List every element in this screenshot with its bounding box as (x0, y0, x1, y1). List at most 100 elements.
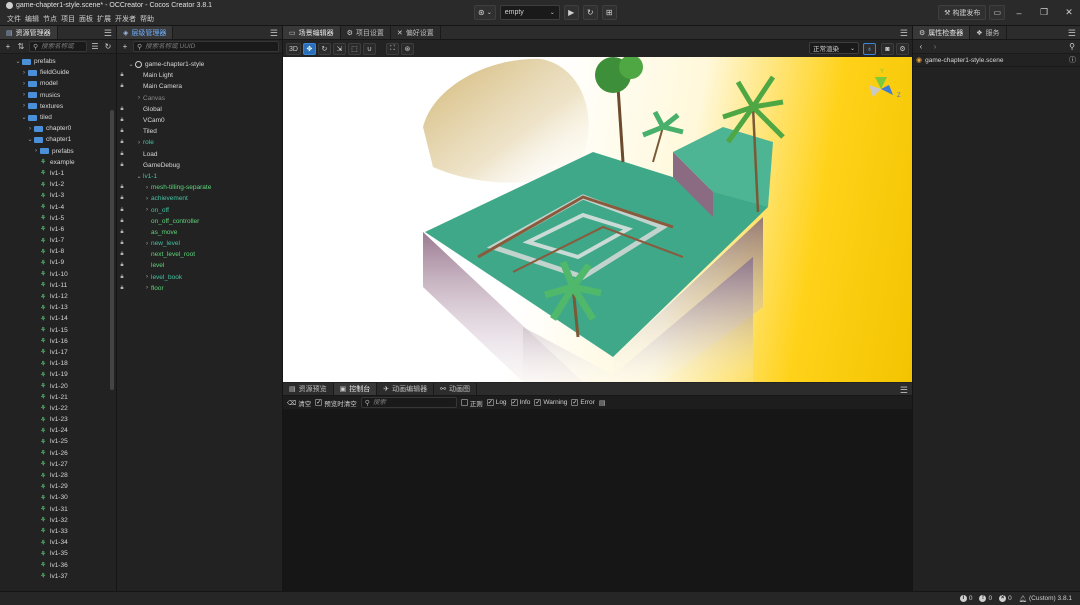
menu-developer[interactable]: 开发者 (114, 14, 139, 24)
asset-prefab-row[interactable]: ⚘ lv1-24 (0, 425, 116, 436)
open-folder-button[interactable]: ▭ (989, 5, 1005, 20)
node-row[interactable]: 🔒︎ › on_off (117, 204, 282, 215)
asset-prefab-row[interactable]: ⚘ lv1-30 (0, 492, 116, 503)
asset-prefab-row[interactable]: ⚘ lv1-14 (0, 313, 116, 324)
lock-icon[interactable]: 🔒︎ (117, 184, 127, 191)
tab-inspector[interactable]: ⚙ 属性检查器 (913, 26, 971, 39)
lock-icon[interactable]: 🔒︎ (117, 218, 127, 225)
regex-checkbox[interactable]: 正则 (460, 398, 483, 408)
chevron-right-icon[interactable]: › (20, 81, 28, 87)
help-icon[interactable]: ⓘ (1069, 55, 1076, 65)
node-row[interactable]: 🔒︎ GameDebug (117, 160, 282, 171)
lock-icon[interactable]: 🔒︎ (117, 117, 127, 124)
scene-viewport[interactable]: Y Z (283, 57, 912, 382)
chevron-right-icon[interactable]: › (143, 185, 151, 191)
asset-prefab-row[interactable]: ⚘ lv1-35 (0, 548, 116, 559)
chevron-right-icon[interactable]: › (20, 103, 28, 109)
asset-prefab-row[interactable]: ⚘ example (0, 157, 116, 168)
status-version[interactable]: 🔔︎ (Custom) 3.8.1 (1019, 595, 1072, 603)
asset-prefab-row[interactable]: ⚘ lv1-3 (0, 190, 116, 201)
lock-icon[interactable]: 🔒︎ (117, 128, 127, 135)
node-row[interactable]: 🔒︎ › level_book (117, 272, 282, 283)
close-button[interactable]: ✕ (1058, 5, 1080, 20)
menu-panel[interactable]: 面板 (78, 14, 96, 24)
asset-prefab-row[interactable]: ⚘ lv1-36 (0, 559, 116, 570)
chevron-right-icon[interactable]: › (143, 207, 151, 213)
asset-prefab-row[interactable]: ⚘ lv1-9 (0, 257, 116, 268)
asset-prefab-row[interactable]: ⚘ lv1-28 (0, 470, 116, 481)
chevron-right-icon[interactable]: › (135, 95, 143, 101)
tab-asset-preview[interactable]: ▤ 资源预览 (283, 383, 334, 395)
asset-prefab-row[interactable]: ⚘ lv1-19 (0, 369, 116, 380)
asset-prefab-row[interactable]: ⚘ lv1-1 (0, 168, 116, 179)
asset-prefab-row[interactable]: ⚘ lv1-33 (0, 526, 116, 537)
node-row[interactable]: 🔒︎ › floor (117, 283, 282, 294)
console-options-icon[interactable]: ▤ (599, 399, 606, 407)
asset-prefab-row[interactable]: ⚘ lv1-17 (0, 347, 116, 358)
scene-settings-button[interactable]: ⚙ (896, 43, 909, 55)
pivot-button[interactable]: ⛶ (385, 43, 399, 55)
lock-icon[interactable]: 🔒︎ (117, 240, 127, 247)
lock-icon[interactable]: 🔒︎ (117, 251, 127, 258)
hierarchy-search-field[interactable]: ⚲ (133, 41, 279, 52)
asset-prefab-row[interactable]: ⚘ lv1-13 (0, 302, 116, 313)
node-row[interactable]: 🔒︎ next_level_root (117, 249, 282, 260)
panel-menu-icon[interactable]: ☰ (1068, 28, 1076, 39)
shading-mode-select[interactable]: 正常渲染 ⌄ (809, 42, 859, 54)
panel-menu-icon[interactable]: ☰ (900, 28, 908, 39)
maximize-button[interactable]: ❐ (1033, 5, 1055, 20)
chevron-down-icon[interactable]: ⌄ (26, 136, 34, 143)
asset-prefab-row[interactable]: ⚘ lv1-25 (0, 436, 116, 447)
node-row[interactable]: 🔒︎ Tiled (117, 126, 282, 137)
node-row[interactable]: 🔒︎ as_move (117, 227, 282, 238)
lock-icon[interactable]: 🔒︎ (117, 195, 127, 202)
chevron-down-icon[interactable]: ⌄ (127, 61, 135, 68)
add-icon[interactable]: + (120, 42, 130, 51)
console-log-area[interactable] (283, 410, 912, 591)
tab-preferences[interactable]: ✕ 偏好设置 (391, 26, 441, 39)
refresh-button[interactable]: ↻ (582, 5, 598, 20)
preview-scene-select[interactable]: empty ⌄ (499, 5, 560, 20)
node-row[interactable]: 🔒︎ › role (117, 137, 282, 148)
asset-prefab-row[interactable]: ⚘ lv1-6 (0, 224, 116, 235)
assets-search-input[interactable] (41, 43, 83, 50)
lock-icon[interactable]: 🔒︎ (117, 83, 127, 90)
node-row[interactable]: 🔒︎ on_off_controller (117, 216, 282, 227)
asset-folder-row[interactable]: › musics (0, 90, 116, 101)
asset-prefab-row[interactable]: ⚘ lv1-16 (0, 336, 116, 347)
tab-console[interactable]: ▣ 控制台 (333, 383, 378, 395)
lock-icon[interactable]: 🔒︎ (117, 72, 127, 79)
refresh-icon[interactable]: ↻ (103, 42, 113, 51)
menu-file[interactable]: 文件 (6, 14, 24, 24)
lock-icon[interactable]: 🔒︎ (117, 106, 127, 113)
asset-folder-row[interactable]: ⌄ tiled (0, 112, 116, 123)
lock-icon[interactable]: 🔒︎ (117, 139, 127, 146)
tab-scene-editor[interactable]: ▭ 场景编辑器 (283, 26, 341, 39)
menu-node[interactable]: 节点 (42, 14, 60, 24)
asset-prefab-row[interactable]: ⚘ lv1-34 (0, 537, 116, 548)
chevron-right-icon[interactable]: › (143, 241, 151, 247)
assets-search-field[interactable]: ⚲ (29, 41, 87, 52)
status-info[interactable]: i 0 (959, 595, 972, 602)
node-row[interactable]: ⌄ game-chapter1-style (117, 59, 282, 70)
lock-icon[interactable]: 🔒︎ (117, 274, 127, 281)
asset-folder-row[interactable]: ⌄ prefabs (0, 56, 116, 67)
back-icon[interactable]: ‹ (916, 42, 926, 51)
asset-prefab-row[interactable]: ⚘ lv1-31 (0, 504, 116, 515)
filter-warning-checkbox[interactable]: ✓ Warning (534, 399, 567, 406)
forward-icon[interactable]: › (930, 42, 940, 51)
scale-tool-button[interactable]: ⇲ (332, 43, 346, 55)
move-tool-button[interactable]: ✥ (302, 43, 316, 55)
asset-prefab-row[interactable]: ⚘ lv1-27 (0, 459, 116, 470)
chevron-right-icon[interactable]: › (135, 140, 143, 146)
tab-project-settings[interactable]: ⚙ 项目设置 (341, 26, 391, 39)
panel-menu-icon[interactable]: ☰ (104, 28, 112, 39)
asset-folder-row[interactable]: › prefabs (0, 146, 116, 157)
asset-folder-row[interactable]: › model (0, 78, 116, 89)
chevron-right-icon[interactable]: › (26, 126, 34, 132)
tab-animation-editor[interactable]: ✈ 动画编辑器 (377, 383, 435, 395)
asset-prefab-row[interactable]: ⚘ lv1-10 (0, 269, 116, 280)
node-row[interactable]: 🔒︎ level (117, 260, 282, 271)
local-global-button[interactable]: ⊛ (400, 43, 414, 55)
tab-services[interactable]: ❖ 服务 (970, 26, 1007, 39)
